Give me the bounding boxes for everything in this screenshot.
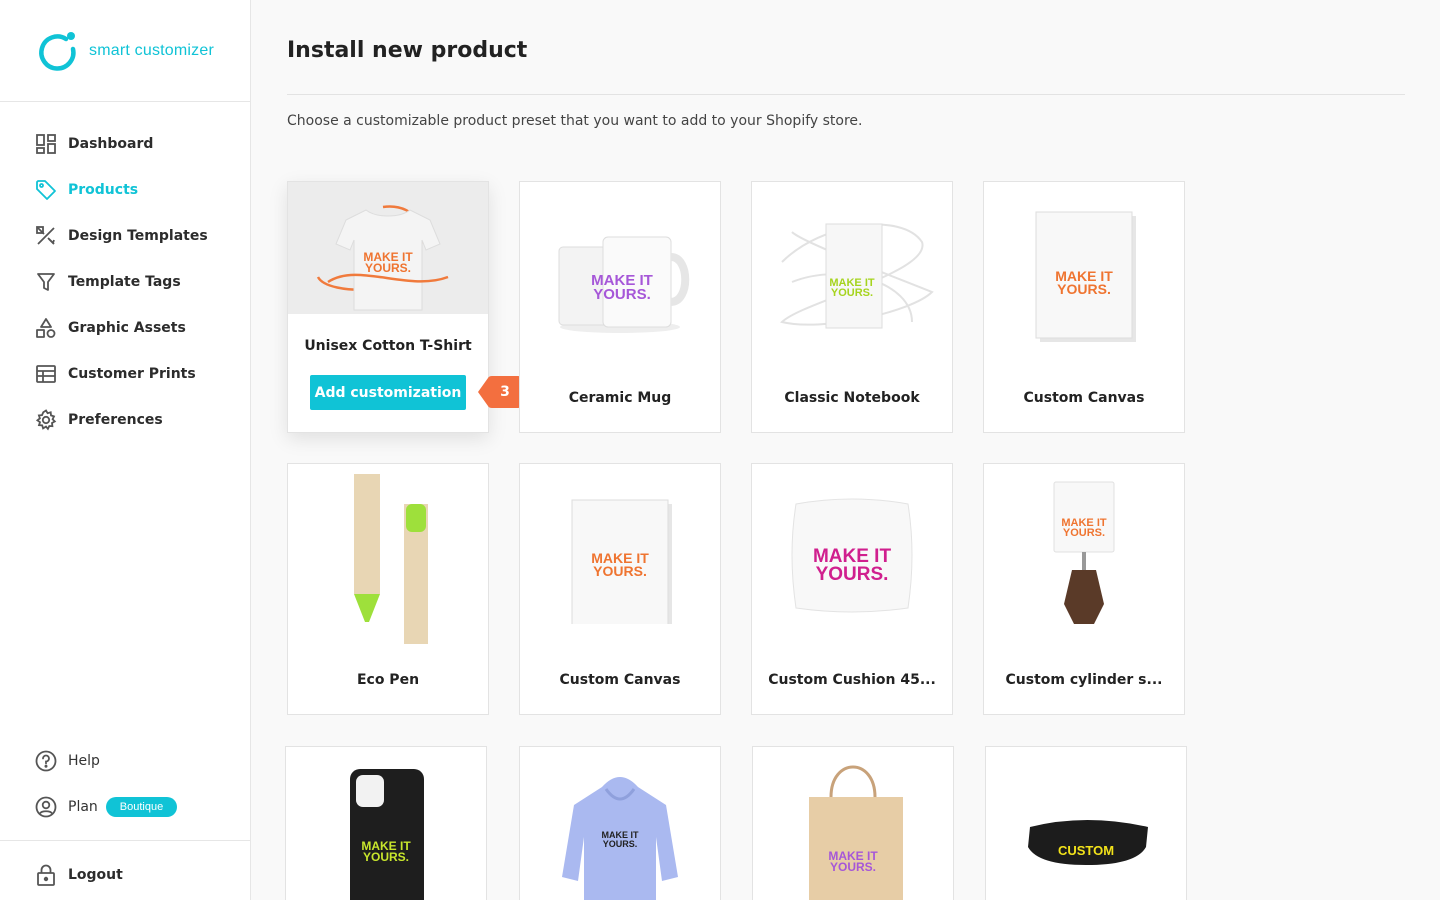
gear-icon bbox=[35, 409, 57, 431]
dashboard-icon bbox=[35, 133, 57, 155]
add-customization-button[interactable]: Add customization bbox=[310, 375, 466, 410]
print-text-line2: YOURS. bbox=[829, 860, 876, 875]
sidebar-item-design-templates[interactable]: Design Templates bbox=[0, 213, 251, 259]
product-image-cushion: MAKE IT YOURS. bbox=[752, 464, 952, 644]
sidebar-item-graphic-assets[interactable]: Graphic Assets bbox=[0, 305, 251, 351]
product-card-mug[interactable]: MAKE IT YOURS. Ceramic Mug bbox=[519, 181, 721, 433]
sidebar-item-help[interactable]: Help bbox=[0, 738, 251, 784]
sidebar-item-label: Products bbox=[68, 182, 139, 198]
product-name: Custom Canvas bbox=[1023, 390, 1145, 406]
brand-logo-icon bbox=[36, 30, 78, 72]
sidebar-item-logout[interactable]: Logout bbox=[0, 852, 251, 898]
product-card-notebook[interactable]: MAKE IT YOURS. Classic Notebook bbox=[751, 181, 953, 433]
brand[interactable]: smart customizer bbox=[36, 30, 214, 72]
sidebar-item-label: Graphic Assets bbox=[68, 320, 186, 336]
product-card-phone-case[interactable]: MAKE IT YOURS. bbox=[285, 746, 487, 900]
sidebar-item-customer-prints[interactable]: Customer Prints bbox=[0, 351, 251, 397]
product-card-mouthguard[interactable]: CUSTOM bbox=[985, 746, 1187, 900]
sidebar-item-products[interactable]: Products bbox=[0, 167, 251, 213]
product-image-canvas: MAKE IT YOURS. bbox=[984, 182, 1184, 362]
page-subtitle: Choose a customizable product preset tha… bbox=[287, 113, 863, 129]
product-name: Custom cylinder s... bbox=[1005, 672, 1163, 688]
plan-badge: Boutique bbox=[105, 797, 178, 817]
sidebar-item-label: Logout bbox=[68, 867, 123, 883]
sidebar-item-plan[interactable]: Plan Boutique bbox=[0, 784, 251, 830]
help-icon bbox=[35, 750, 57, 772]
product-card-cushion[interactable]: MAKE IT YOURS. Custom Cushion 45... bbox=[751, 463, 953, 715]
product-image-notebook: MAKE IT YOURS. bbox=[752, 182, 952, 362]
product-image-tshirt: MAKE IT YOURS. bbox=[288, 182, 488, 314]
product-card-tshirt[interactable]: MAKE IT YOURS. Unisex Cotton T-Shirt Add… bbox=[287, 181, 489, 433]
sidebar-item-dashboard[interactable]: Dashboard bbox=[0, 121, 251, 167]
design-tools-icon bbox=[35, 225, 57, 247]
lock-icon bbox=[35, 864, 57, 886]
product-card-canvas-2[interactable]: MAKE IT YOURS. Custom Canvas bbox=[519, 463, 721, 715]
product-image-hoodie: MAKE IT YOURS. bbox=[520, 747, 720, 900]
sidebar-item-label: Plan bbox=[68, 799, 98, 815]
product-image-mouthguard: CUSTOM bbox=[986, 747, 1186, 900]
print-text-line2: YOURS. bbox=[602, 838, 638, 849]
print-text-line2: YOURS. bbox=[362, 850, 409, 865]
print-text-line2: YOURS. bbox=[1062, 527, 1106, 540]
sidebar-item-label: Template Tags bbox=[68, 274, 181, 290]
sidebar-nav: Dashboard Products Design Templates Temp… bbox=[0, 121, 251, 443]
print-text-line2: YOURS. bbox=[593, 563, 647, 580]
product-image-cylinder-lamp: MAKE IT YOURS. bbox=[984, 464, 1184, 644]
print-text-line2: YOURS. bbox=[815, 564, 889, 586]
print-text-line2: YOURS. bbox=[364, 261, 411, 276]
page-title: Install new product bbox=[287, 38, 528, 63]
sidebar-item-label: Design Templates bbox=[68, 228, 208, 244]
print-text-line2: YOURS. bbox=[830, 287, 874, 300]
sidebar-divider bbox=[0, 840, 251, 841]
brand-name: smart customizer bbox=[89, 42, 214, 59]
tag-icon bbox=[35, 179, 57, 201]
product-image-paper-bag: MAKE IT YOURS. bbox=[753, 747, 953, 900]
product-name: Eco Pen bbox=[356, 672, 420, 688]
step-badge: 3 bbox=[478, 376, 522, 408]
print-text-line2: YOURS. bbox=[593, 286, 651, 304]
product-name: Unisex Cotton T-Shirt bbox=[304, 338, 472, 354]
product-name: Custom Canvas bbox=[559, 672, 681, 688]
product-card-eco-pen[interactable]: Eco Pen bbox=[287, 463, 489, 715]
sidebar-divider bbox=[0, 101, 251, 102]
sidebar: smart customizer Dashboard Products Desi… bbox=[0, 0, 251, 900]
step-badge-number: 3 bbox=[500, 384, 510, 400]
product-image-mug: MAKE IT YOURS. bbox=[520, 182, 720, 362]
sidebar-item-template-tags[interactable]: Template Tags bbox=[0, 259, 251, 305]
sidebar-item-label: Help bbox=[68, 753, 100, 769]
sidebar-item-label: Preferences bbox=[68, 412, 163, 428]
product-card-hoodie[interactable]: MAKE IT YOURS. bbox=[519, 746, 721, 900]
filter-icon bbox=[35, 271, 57, 293]
sidebar-item-label: Customer Prints bbox=[68, 366, 196, 382]
product-card-paper-bag[interactable]: MAKE IT YOURS. bbox=[752, 746, 954, 900]
product-card-cylinder-lamp[interactable]: MAKE IT YOURS. Custom cylinder s... bbox=[983, 463, 1185, 715]
user-circle-icon bbox=[35, 796, 57, 818]
product-name: Custom Cushion 45... bbox=[768, 672, 936, 688]
product-card-canvas[interactable]: MAKE IT YOURS. Custom Canvas bbox=[983, 181, 1185, 433]
product-image-canvas: MAKE IT YOURS. bbox=[520, 464, 720, 644]
title-divider bbox=[287, 94, 1405, 95]
product-image-eco-pen bbox=[288, 464, 488, 644]
prints-icon bbox=[35, 363, 57, 385]
sidebar-bottom-nav: Help Plan Boutique bbox=[0, 738, 251, 830]
shapes-icon bbox=[35, 317, 57, 339]
product-image-phone-case: MAKE IT YOURS. bbox=[286, 747, 486, 900]
product-name: Ceramic Mug bbox=[568, 390, 672, 406]
mouthguard-print: CUSTOM bbox=[1057, 843, 1115, 858]
sidebar-item-label: Dashboard bbox=[68, 136, 154, 152]
print-text-line2: YOURS. bbox=[1057, 281, 1111, 298]
product-name: Classic Notebook bbox=[784, 390, 920, 406]
sidebar-item-preferences[interactable]: Preferences bbox=[0, 397, 251, 443]
